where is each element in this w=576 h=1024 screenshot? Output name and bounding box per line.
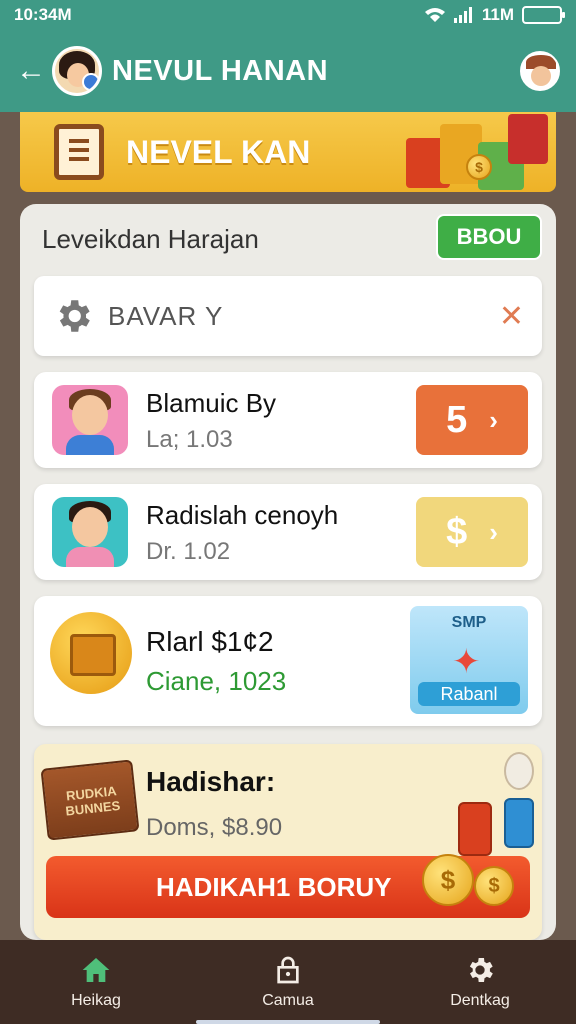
- treasure-box-icon: [50, 612, 132, 694]
- action-value: $: [446, 510, 468, 553]
- promo-title: Hadishar:: [146, 766, 276, 797]
- offer-name: Rlarl $1¢2: [146, 626, 274, 657]
- action-value: 5: [446, 398, 468, 441]
- wifi-icon: [424, 8, 445, 22]
- verified-badge-icon: [82, 73, 99, 91]
- status-icons: 11M: [424, 5, 565, 25]
- close-icon[interactable]: ✕: [499, 299, 524, 334]
- page-title: NEVUL HANAN: [112, 54, 329, 87]
- lock-icon: [277, 956, 299, 984]
- network-label: 11M: [481, 5, 514, 24]
- gear-icon[interactable]: [52, 295, 94, 337]
- gift-boxes-icon: $: [396, 112, 556, 192]
- chevron-right-icon: ›: [489, 404, 498, 435]
- offer-detail: Ciane, 1023: [146, 666, 287, 696]
- promo-card: RUDKIA BUNNES Hadishar: Doms, $8.90 HADI…: [34, 744, 542, 940]
- nav-label: Dentkag: [450, 992, 510, 1009]
- search-input[interactable]: BAVAR Y: [108, 301, 223, 332]
- list-item[interactable]: Radislah cenoyh Dr. 1.02 $ ›: [34, 484, 542, 580]
- promo-detail: Doms, $8.90: [146, 814, 283, 841]
- profile-avatar-button[interactable]: [520, 51, 560, 91]
- nav-item-home[interactable]: Heikag: [0, 940, 192, 1024]
- reward-bottom-label: Rabanl: [418, 682, 520, 706]
- nav-item-settings[interactable]: Dentkag: [384, 940, 576, 1024]
- home-icon: [82, 958, 110, 982]
- ledger-icon: [54, 124, 104, 180]
- special-reward-button[interactable]: SMP ✦ Rabanl: [410, 606, 528, 714]
- search-bar[interactable]: BAVAR Y ✕: [34, 276, 542, 356]
- item-detail: Dr. 1.02: [146, 538, 231, 565]
- bottom-nav: Heikag Camua Dentkag: [0, 940, 576, 1024]
- status-time: 10:34M: [14, 5, 72, 24]
- item-action-button[interactable]: 5 ›: [416, 385, 528, 455]
- banner-title: NEVEL KAN: [126, 133, 311, 170]
- coin-icon: $: [474, 866, 514, 906]
- special-offer-card[interactable]: Rlarl $1¢2 Ciane, 1023 SMP ✦ Rabanl: [34, 596, 542, 726]
- gear-icon: [469, 958, 493, 982]
- coin-icon: $: [422, 854, 474, 906]
- bonus-button[interactable]: BBOU: [436, 214, 542, 260]
- gift-icon: [458, 802, 492, 856]
- egg-icon: [504, 752, 534, 790]
- back-button[interactable]: ←: [16, 54, 48, 88]
- gift-icon: [504, 798, 534, 848]
- home-indicator: [196, 1020, 380, 1024]
- item-detail: La; 1.03: [146, 426, 233, 453]
- player-avatar: [52, 497, 128, 567]
- star-icon: ✦: [452, 643, 481, 681]
- level-banner: NEVEL KAN $: [20, 112, 556, 192]
- battery-icon: [522, 6, 565, 24]
- status-bar: 10:34M 11M: [0, 0, 576, 30]
- chest-label: RUDKIA BUNNES: [64, 783, 121, 819]
- main-panel: Leveikdan Harajan BBOU BAVAR Y ✕ Blamuic…: [20, 204, 556, 940]
- nav-item-camua[interactable]: Camua: [192, 940, 384, 1024]
- panel-title: Leveikdan Harajan: [42, 224, 259, 254]
- item-name: Radislah cenoyh: [146, 500, 339, 530]
- reward-top-label: SMP: [451, 614, 487, 631]
- app-header: ← NEVUL HANAN: [0, 30, 576, 112]
- nav-label: Heikag: [71, 992, 121, 1009]
- item-action-button[interactable]: $ ›: [416, 497, 528, 567]
- avatar[interactable]: [52, 46, 102, 96]
- bonus-chest-icon: RUDKIA BUNNES: [40, 759, 140, 841]
- item-name: Blamuic By: [146, 388, 277, 418]
- signal-icon: [453, 7, 472, 23]
- chevron-right-icon: ›: [489, 516, 498, 547]
- player-avatar: [52, 385, 128, 455]
- nav-label: Camua: [262, 992, 314, 1009]
- list-item[interactable]: Blamuic By La; 1.03 5 ›: [34, 372, 542, 468]
